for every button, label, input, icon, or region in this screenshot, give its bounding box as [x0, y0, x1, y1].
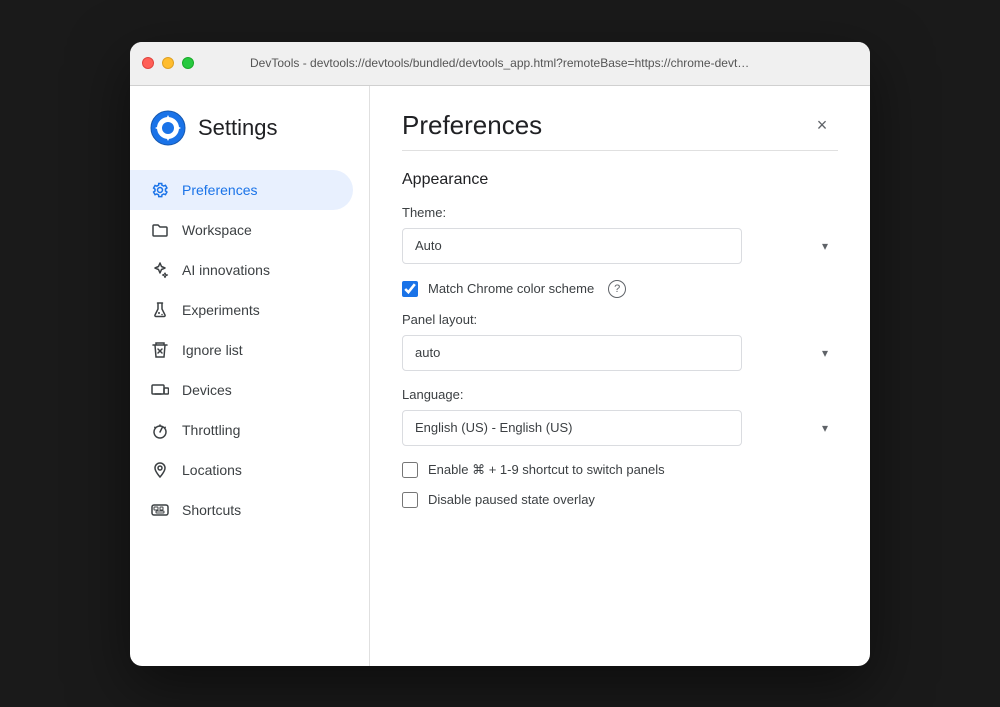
ai-innovations-icon: [150, 260, 170, 280]
locations-icon: [150, 460, 170, 480]
panel-layout-label: Panel layout:: [402, 312, 838, 327]
appearance-title: Appearance: [402, 171, 838, 189]
sidebar-item-experiments[interactable]: Experiments: [130, 290, 353, 330]
shortcut-switch-panels-checkbox[interactable]: [402, 462, 418, 478]
workspace-label: Workspace: [182, 222, 252, 238]
panel-layout-select-wrapper: auto horizontal vertical ▾: [402, 335, 838, 371]
ignore-list-icon: [150, 340, 170, 360]
panel-layout-select-arrow: ▾: [822, 346, 828, 360]
language-select-wrapper: English (US) - English (US) System prefe…: [402, 410, 838, 446]
experiments-icon: [150, 300, 170, 320]
shortcuts-icon: [150, 500, 170, 520]
shortcuts-label: Shortcuts: [182, 502, 241, 518]
ignore-list-label: Ignore list: [182, 342, 243, 358]
header-divider: [402, 150, 838, 151]
settings-header: Settings: [130, 110, 369, 170]
sidebar-item-workspace[interactable]: Workspace: [130, 210, 353, 250]
language-label: Language:: [402, 387, 838, 402]
sidebar-item-locations[interactable]: Locations: [130, 450, 353, 490]
sidebar-item-preferences[interactable]: Preferences: [130, 170, 353, 210]
sidebar-item-shortcuts[interactable]: Shortcuts: [130, 490, 353, 530]
devtools-window: DevTools - devtools://devtools/bundled/d…: [130, 42, 870, 666]
theme-label: Theme:: [402, 205, 838, 220]
match-chrome-color-label: Match Chrome color scheme: [428, 281, 594, 296]
workspace-icon: [150, 220, 170, 240]
language-select[interactable]: English (US) - English (US) System prefe…: [402, 410, 742, 446]
disable-paused-overlay-checkbox[interactable]: [402, 492, 418, 508]
disable-paused-overlay-row: Disable paused state overlay: [402, 492, 838, 508]
shortcut-switch-panels-row: Enable ⌘ + 1-9 shortcut to switch panels: [402, 462, 838, 478]
appearance-section: Appearance Theme: Auto Light Dark System…: [402, 171, 838, 508]
settings-title: Settings: [198, 115, 278, 141]
close-traffic-light[interactable]: [142, 57, 154, 69]
shortcut-switch-panels-label: Enable ⌘ + 1-9 shortcut to switch panels: [428, 462, 665, 478]
theme-select[interactable]: Auto Light Dark System preference: [402, 228, 742, 264]
sidebar-item-throttling[interactable]: Throttling: [130, 410, 353, 450]
sidebar-item-devices[interactable]: Devices: [130, 370, 353, 410]
panel-title: Preferences: [402, 110, 542, 141]
minimize-traffic-light[interactable]: [162, 57, 174, 69]
language-select-arrow: ▾: [822, 421, 828, 435]
match-chrome-color-row: Match Chrome color scheme ?: [402, 280, 838, 298]
theme-select-arrow: ▾: [822, 239, 828, 253]
match-chrome-help-icon[interactable]: ?: [608, 280, 626, 298]
main-panel: Preferences × Appearance Theme: Auto Lig…: [370, 86, 870, 666]
settings-content: Settings Preferences Workspa: [130, 86, 870, 666]
sidebar-item-ai-innovations[interactable]: AI innovations: [130, 250, 353, 290]
panel-header: Preferences ×: [402, 110, 838, 142]
sidebar-item-ignore-list[interactable]: Ignore list: [130, 330, 353, 370]
throttling-label: Throttling: [182, 422, 240, 438]
window-title: DevTools - devtools://devtools/bundled/d…: [250, 56, 750, 70]
chrome-devtools-icon: [150, 110, 186, 146]
devices-label: Devices: [182, 382, 232, 398]
titlebar: DevTools - devtools://devtools/bundled/d…: [130, 42, 870, 86]
experiments-label: Experiments: [182, 302, 260, 318]
match-chrome-color-checkbox[interactable]: [402, 281, 418, 297]
maximize-traffic-light[interactable]: [182, 57, 194, 69]
ai-innovations-label: AI innovations: [182, 262, 270, 278]
theme-select-wrapper: Auto Light Dark System preference ▾: [402, 228, 838, 264]
devices-icon: [150, 380, 170, 400]
locations-label: Locations: [182, 462, 242, 478]
preferences-icon: [150, 180, 170, 200]
disable-paused-overlay-label: Disable paused state overlay: [428, 492, 595, 507]
throttling-icon: [150, 420, 170, 440]
panel-layout-select[interactable]: auto horizontal vertical: [402, 335, 742, 371]
sidebar: Settings Preferences Workspa: [130, 86, 370, 666]
preferences-label: Preferences: [182, 182, 257, 198]
close-button[interactable]: ×: [806, 110, 838, 142]
